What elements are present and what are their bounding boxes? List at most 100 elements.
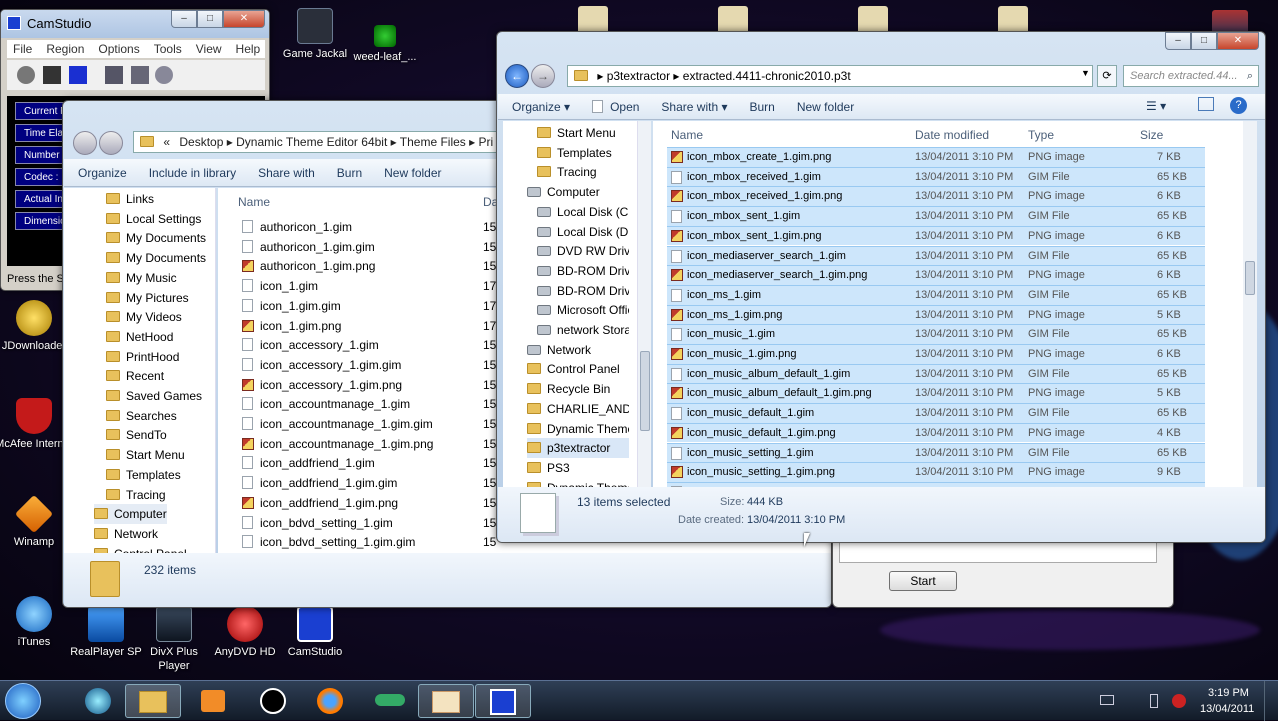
file-row-selected[interactable]: icon_music_1.gim.png 13/04/2011 3:10 PM PN… xyxy=(667,344,1205,364)
swf-button-icon[interactable] xyxy=(155,66,173,84)
desktop-icon-game-jackal[interactable]: Game Jackal xyxy=(275,8,355,61)
nav-item[interactable]: Start Menu xyxy=(106,445,185,465)
taskbar-explorer-button[interactable] xyxy=(125,684,181,718)
close-button[interactable]: ✕ xyxy=(223,10,265,28)
nav-item[interactable]: Control Panel xyxy=(94,544,187,553)
menu-tools[interactable]: Tools xyxy=(154,40,182,58)
nav-item[interactable]: Network xyxy=(527,340,629,360)
view-options-icon[interactable]: ☰ ▾ xyxy=(1146,99,1166,113)
breadcrumb-pri[interactable]: Pri xyxy=(479,135,494,149)
taskbar-media-button[interactable] xyxy=(185,684,241,718)
file-row-selected[interactable]: icon_music_default_1.gim 13/04/2011 3:10 … xyxy=(667,403,1205,423)
breadcrumb-theme-editor[interactable]: Dynamic Theme Editor 64bit xyxy=(236,135,387,149)
nav-item[interactable]: BD-ROM Drive ( xyxy=(537,281,629,301)
nav-item[interactable]: Recycle Bin xyxy=(527,379,629,399)
maximize-button[interactable]: □ xyxy=(1191,32,1217,50)
nav-item[interactable]: Dynamic Theme I xyxy=(527,478,629,487)
forward-button[interactable]: → xyxy=(531,64,555,88)
preview-pane-icon[interactable] xyxy=(1198,97,1214,111)
help-icon[interactable]: ? xyxy=(1230,97,1247,114)
nav-item[interactable]: Templates xyxy=(537,143,629,163)
network-tray-icon[interactable] xyxy=(1100,695,1114,705)
menu-view[interactable]: View xyxy=(196,40,222,58)
nav-item[interactable]: Computer xyxy=(527,182,629,202)
nav-item[interactable]: Local Disk (C:) xyxy=(537,202,629,222)
nav-item[interactable]: Dynamic Theme I xyxy=(527,419,629,439)
nav-item[interactable]: My Music xyxy=(106,268,177,288)
breadcrumb-p3textractor[interactable]: p3textractor xyxy=(607,69,670,83)
new-folder-button[interactable]: New folder xyxy=(384,166,441,180)
show-desktop-button[interactable] xyxy=(1264,681,1278,721)
minimize-button[interactable]: – xyxy=(171,10,197,28)
nav-item[interactable]: PrintHood xyxy=(106,347,179,367)
file-row-selected[interactable]: icon_music_setting_1.gim 13/04/2011 3:10 … xyxy=(667,442,1205,463)
menu-help[interactable]: Help xyxy=(236,40,261,58)
maximize-button[interactable]: □ xyxy=(197,10,223,28)
menu-options[interactable]: Options xyxy=(98,40,139,58)
column-size-header[interactable]: Size xyxy=(1140,128,1163,142)
record-button-icon[interactable] xyxy=(17,66,35,84)
desktop-icon-weed-leaf[interactable]: weed-leaf_... xyxy=(345,25,425,64)
column-date-header[interactable]: Date modified xyxy=(915,128,989,142)
back-button[interactable]: ← xyxy=(505,64,529,88)
file-row-selected[interactable]: icon_music_1.gim 13/04/2011 3:10 PM GIM Fi… xyxy=(667,324,1205,344)
nav-item[interactable]: Saved Games xyxy=(106,386,202,406)
file-row-selected[interactable]: icon_mbox_received_1.gim 13/04/2011 3:10 … xyxy=(667,166,1205,187)
taskbar-app-button[interactable] xyxy=(362,684,418,718)
organize-button[interactable]: Organize ▾ xyxy=(512,100,570,114)
file-row-selected[interactable]: icon_mbox_sent_1.gim.png 13/04/2011 3:10 … xyxy=(667,225,1205,246)
nav-item[interactable]: Links xyxy=(106,189,154,209)
nav-item[interactable]: Network xyxy=(94,524,158,544)
nav-item[interactable]: Templates xyxy=(106,465,181,485)
minimize-button[interactable]: – xyxy=(1165,32,1191,50)
file-row-selected[interactable]: icon_mbox_sent_1.gim 13/04/2011 3:10 PM GI… xyxy=(667,206,1205,226)
nav-item[interactable]: DVD RW Drive ( xyxy=(537,241,629,261)
nav-item[interactable]: Tracing xyxy=(106,485,166,505)
file-scroll-thumb[interactable] xyxy=(1245,261,1255,295)
nav-item[interactable]: p3textractor xyxy=(527,438,629,459)
file-row-selected[interactable]: icon_ms_1.gim 13/04/2011 3:10 PM GIM File 6… xyxy=(667,284,1205,305)
volume-muted-tray-icon[interactable] xyxy=(1172,694,1186,708)
nav-item[interactable]: My Documents xyxy=(106,228,206,248)
file-row-selected[interactable]: icon_music_default_1.gim.png 13/04/2011 3… xyxy=(667,422,1205,443)
column-type-header[interactable]: Type xyxy=(1028,128,1054,142)
region-button-icon[interactable] xyxy=(105,66,123,84)
column-name-header[interactable]: Name xyxy=(671,128,703,142)
desktop-icon-divx[interactable]: DivX Plus Player xyxy=(134,606,214,673)
options-button-icon[interactable] xyxy=(131,66,149,84)
nav-item[interactable]: My Documents xyxy=(106,248,206,268)
nav-item[interactable]: Start Menu xyxy=(537,123,629,143)
nav-item[interactable]: My Videos xyxy=(106,307,182,327)
nav-item[interactable]: Local Settings xyxy=(106,209,201,229)
breadcrumb-extracted[interactable]: extracted.4411-chronic2010.p3t xyxy=(683,69,851,83)
taskbar-camstudio-button[interactable] xyxy=(475,684,531,718)
nav-item[interactable]: NetHood xyxy=(106,327,173,347)
include-in-library-button[interactable]: Include in library xyxy=(149,166,236,180)
file-row-selected[interactable]: icon_music_album_default_1.gim 13/04/2011… xyxy=(667,363,1205,384)
nav-item[interactable]: Local Disk (D:) xyxy=(537,222,629,242)
address-bar[interactable]: ▸ p3textractor ▸ extracted.4411-chronic2… xyxy=(567,65,1093,87)
start-orb-button[interactable] xyxy=(5,683,41,719)
nav-item[interactable]: Recent xyxy=(106,366,164,386)
nav-item[interactable]: BD-ROM Drive ( xyxy=(537,261,629,281)
taskbar-firefox-button[interactable] xyxy=(302,684,358,718)
column-name-header[interactable]: Name xyxy=(238,195,270,209)
taskbar-ie-button[interactable] xyxy=(70,684,126,718)
taskbar-hp-button[interactable] xyxy=(245,684,301,718)
share-with-button[interactable]: Share with ▾ xyxy=(661,100,727,114)
file-row-selected[interactable]: icon_mbox_create_1.gim.png 13/04/2011 3:1… xyxy=(667,147,1205,167)
nav-scroll-thumb[interactable] xyxy=(640,351,650,431)
file-row-selected[interactable]: icon_ms_1.gim.png 13/04/2011 3:10 PM PNG i… xyxy=(667,304,1205,325)
file-row-selected[interactable]: icon_mbox_received_1.gim.png 13/04/2011 3… xyxy=(667,186,1205,207)
file-row-selected[interactable]: icon_mediaserver_search_1.gim.png 13/04/2… xyxy=(667,265,1205,285)
burn-button[interactable]: Burn xyxy=(749,100,774,114)
organize-button[interactable]: Organize xyxy=(78,166,127,180)
nav-item[interactable]: My Pictures xyxy=(106,288,189,308)
battery-tray-icon[interactable] xyxy=(1150,694,1158,708)
burn-button[interactable]: Burn xyxy=(337,166,362,180)
menu-region[interactable]: Region xyxy=(46,40,84,58)
nav-item[interactable]: Control Panel xyxy=(527,359,629,379)
forward-button[interactable] xyxy=(99,131,123,155)
new-folder-button[interactable]: New folder xyxy=(797,100,854,114)
start-button[interactable]: Start xyxy=(889,571,957,591)
